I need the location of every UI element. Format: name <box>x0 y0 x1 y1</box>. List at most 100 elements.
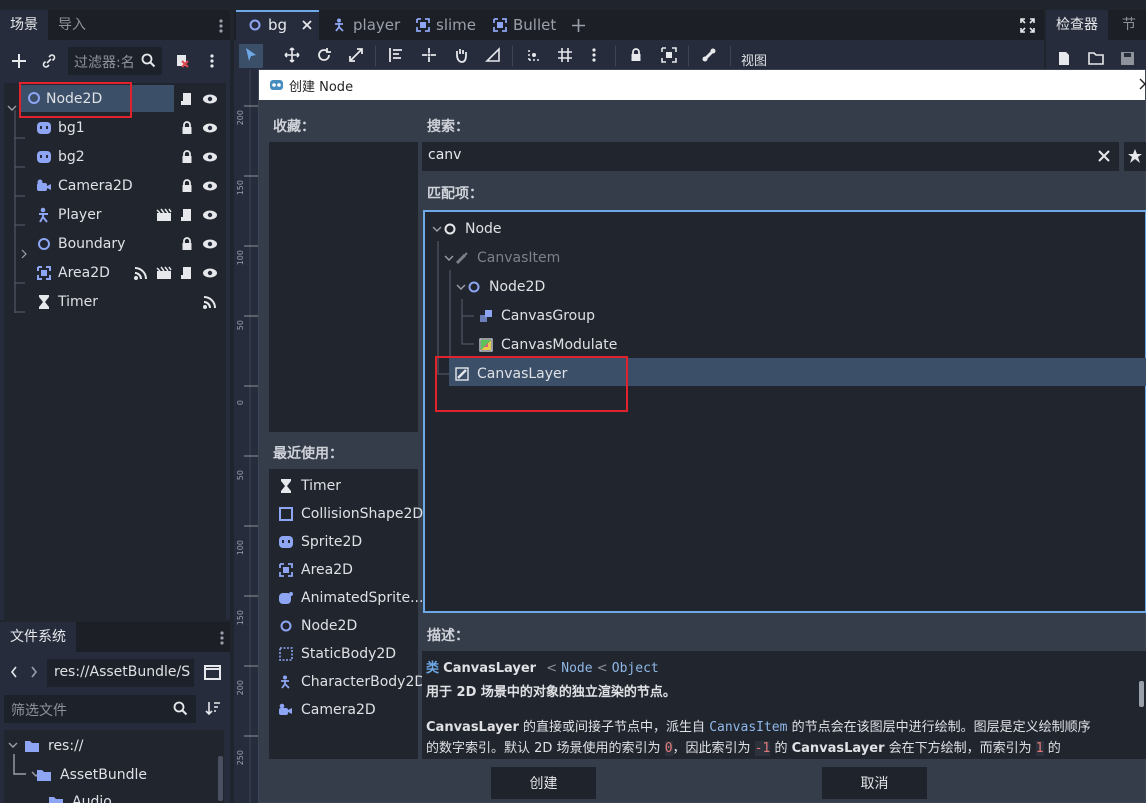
file-item-res[interactable]: res:// <box>24 738 84 754</box>
recent-item-timer[interactable]: Timer <box>279 474 341 498</box>
scene-instance-icon[interactable] <box>156 265 172 281</box>
link-icon[interactable] <box>40 52 58 70</box>
tab-scene[interactable]: 场景 <box>0 10 48 40</box>
visibility-eye-icon[interactable] <box>202 120 218 136</box>
camera2d-icon <box>279 703 293 717</box>
recent-item-area2d[interactable]: Area2D <box>279 558 353 582</box>
path-field[interactable]: res://AssetBundle/S <box>47 659 194 687</box>
sort-icon[interactable] <box>205 700 221 716</box>
new-resource-icon[interactable] <box>1057 51 1072 66</box>
more-options-icon[interactable] <box>591 47 613 69</box>
lock-icon[interactable] <box>628 47 650 69</box>
tab-player[interactable]: player <box>333 10 400 40</box>
tab-label: bg <box>268 16 288 34</box>
dock-menu-icon[interactable] <box>218 18 224 34</box>
file-tree-scrollbar[interactable] <box>218 756 223 801</box>
visibility-eye-icon[interactable] <box>202 265 218 281</box>
clear-icon[interactable] <box>1098 150 1110 162</box>
lock-icon[interactable] <box>179 120 195 136</box>
signal-icon[interactable] <box>133 265 149 281</box>
script-icon[interactable] <box>179 207 195 223</box>
tab-node[interactable]: 节点 <box>1112 10 1146 63</box>
create-button[interactable]: 创建 <box>491 767 596 799</box>
lock-icon[interactable] <box>179 178 195 194</box>
ruler-list-icon[interactable] <box>388 47 410 69</box>
parent-class-link[interactable]: Node <box>561 661 592 676</box>
tab-filesystem[interactable]: 文件系统 <box>0 622 76 652</box>
match-canvasmodulate[interactable]: CanvasModulate <box>479 330 617 359</box>
tree-row-player[interactable]: Player <box>0 200 226 229</box>
split-view-icon[interactable] <box>204 665 221 680</box>
ruler-icon[interactable] <box>485 47 507 69</box>
tree-row-camera2d[interactable]: Camera2D <box>0 171 226 200</box>
tree-row-area2d[interactable]: Area2D <box>0 258 226 287</box>
scene-instance-icon[interactable] <box>156 207 172 223</box>
file-filter-input[interactable]: 筛选文件 <box>4 695 196 723</box>
save-icon[interactable] <box>1120 51 1135 66</box>
cancel-button[interactable]: 取消 <box>822 767 927 799</box>
desc-code-ref[interactable]: CanvasItem <box>709 720 787 735</box>
description-paragraph: CanvasLayer 的直接或间接子节点中，派生自 CanvasItem 的节… <box>426 717 1136 759</box>
pan-hand-icon[interactable] <box>453 47 475 69</box>
visibility-eye-icon[interactable] <box>202 207 218 223</box>
tab-bullet[interactable]: Bullet <box>493 10 556 40</box>
visibility-eye-icon[interactable] <box>202 149 218 165</box>
open-folder-icon[interactable] <box>1088 51 1104 65</box>
recent-item-collisionshape2d[interactable]: CollisionShape2D <box>279 502 423 526</box>
description-scrollbar[interactable] <box>1139 681 1144 707</box>
forward-arrow-icon[interactable] <box>29 665 39 679</box>
add-node-icon[interactable] <box>10 52 28 70</box>
favorite-toggle[interactable] <box>1124 142 1146 171</box>
visibility-eye-icon[interactable] <box>202 178 218 194</box>
recent-item-label: AnimatedSprite... <box>301 590 424 606</box>
dialog-title: 创建 Node <box>289 79 354 95</box>
close-icon[interactable] <box>301 19 313 31</box>
match-canvasgroup[interactable]: CanvasGroup <box>479 301 595 330</box>
ruler-tick-label: 100 <box>236 540 245 556</box>
lock-icon[interactable] <box>179 236 195 252</box>
scene-menu-icon[interactable] <box>209 53 215 69</box>
signal-icon[interactable] <box>202 294 218 310</box>
filesystem-menu-icon[interactable] <box>219 630 225 646</box>
visibility-eye-icon[interactable] <box>202 236 218 252</box>
parent-class-link[interactable]: Object <box>612 661 659 676</box>
recent-item-staticbody2d[interactable]: StaticBody2D <box>279 642 396 666</box>
visibility-eye-icon[interactable] <box>202 91 218 107</box>
file-item-assetbundle[interactable]: AssetBundle <box>36 767 147 783</box>
script-filter-icon[interactable] <box>173 52 191 70</box>
select-cursor-icon[interactable] <box>243 47 265 69</box>
grid-icon[interactable] <box>557 47 579 69</box>
search-input[interactable]: canv <box>422 142 1119 171</box>
recent-item-characterbody2d[interactable]: CharacterBody2D <box>279 670 425 694</box>
recent-item-sprite2d[interactable]: Sprite2D <box>279 530 362 554</box>
tree-row-timer[interactable]: Timer <box>0 287 226 316</box>
rotate-icon[interactable] <box>316 47 338 69</box>
lock-icon[interactable] <box>179 149 195 165</box>
recent-item-node2d[interactable]: Node2D <box>279 614 357 638</box>
snap-icon[interactable] <box>526 47 548 69</box>
tab-inspector[interactable]: 检查器 <box>1046 10 1108 40</box>
recent-item-camera2d[interactable]: Camera2D <box>279 698 376 722</box>
match-node[interactable]: Node <box>443 214 502 243</box>
move-icon[interactable] <box>284 47 306 69</box>
view-menu[interactable]: 视图 <box>741 50 767 69</box>
tree-row-bg2[interactable]: bg2 <box>0 142 226 171</box>
back-arrow-icon[interactable] <box>9 665 19 679</box>
tree-row-boundary[interactable]: Boundary <box>0 229 226 258</box>
close-dialog-icon[interactable] <box>1139 78 1146 90</box>
scene-filter-input[interactable]: 过滤器:名 <box>68 47 162 75</box>
recent-item-animatedsprite[interactable]: AnimatedSprite... <box>279 586 423 610</box>
scale-icon[interactable] <box>348 47 370 69</box>
pivot-icon[interactable] <box>421 47 443 69</box>
group-icon[interactable] <box>661 47 683 69</box>
skeleton-bone-icon[interactable] <box>701 47 723 69</box>
script-icon[interactable] <box>179 265 195 281</box>
tab-import[interactable]: 导入 <box>48 10 96 40</box>
script-icon[interactable] <box>179 91 195 107</box>
file-item-audio[interactable]: Audio <box>48 794 112 803</box>
distraction-free-icon[interactable] <box>1020 18 1035 33</box>
match-node2d[interactable]: Node2D <box>467 272 545 301</box>
ruler-tick-label: 150 <box>236 180 245 196</box>
add-tab-icon[interactable] <box>571 18 586 33</box>
tab-slime[interactable]: slime <box>416 10 476 40</box>
